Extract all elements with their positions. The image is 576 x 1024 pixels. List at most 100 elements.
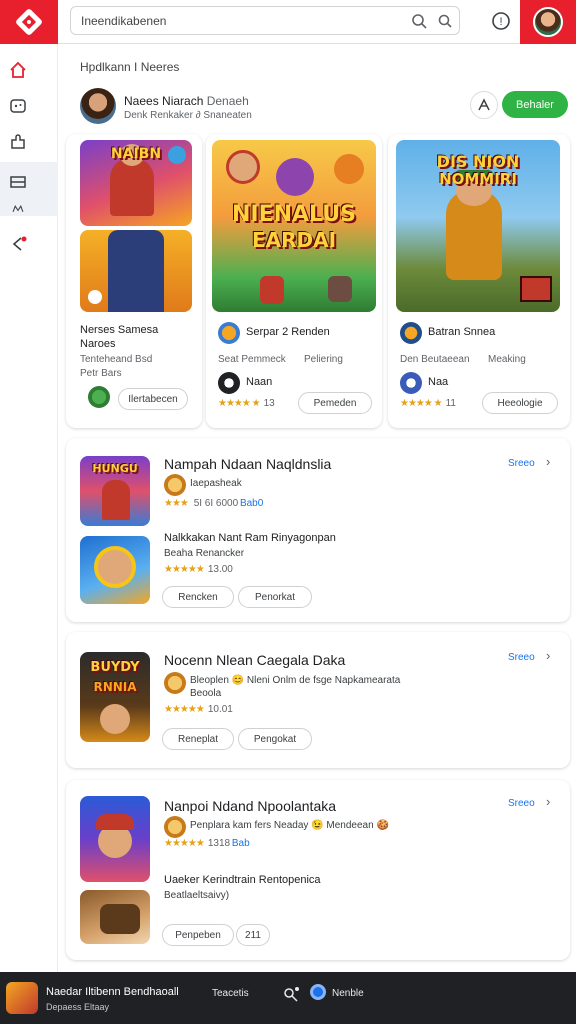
- list-section-3-button-1[interactable]: Penpeben: [162, 924, 234, 946]
- feature-card-1-button[interactable]: Ilertabecen: [118, 388, 188, 410]
- feature-card-2-button[interactable]: Pemeden: [298, 392, 372, 414]
- rating-icon: [164, 474, 186, 496]
- list-app-1-art[interactable]: HUNGU: [80, 456, 150, 526]
- sidebar-item-apps[interactable]: [0, 124, 58, 160]
- game-icon-3: [400, 322, 422, 344]
- list-app-5-title: Uaeker Kerindtrain Rentopenica: [164, 874, 321, 886]
- account-button[interactable]: [520, 0, 576, 44]
- feature-card-2-meta1: Seat Pemmeck: [218, 354, 286, 365]
- developer-name-extra: Denaeh: [206, 94, 249, 108]
- bottom-bar-subtitle: Depaess Eltaay: [46, 1002, 110, 1012]
- now-playing-thumbnail[interactable]: [6, 982, 38, 1014]
- see-more-link[interactable]: Sreeo: [508, 652, 535, 663]
- list-section-1-button-2[interactable]: Penorkat: [238, 586, 312, 608]
- sidebar-item-kids[interactable]: [0, 202, 58, 216]
- top-bar: !: [0, 0, 576, 44]
- see-more-link[interactable]: Sreeo: [508, 458, 535, 469]
- sidebar: [0, 44, 58, 972]
- chevron-right-icon[interactable]: ›: [546, 454, 550, 469]
- kids-icon: [12, 205, 24, 212]
- list-app-5-sub: Beatlaeltsaivy): [164, 890, 230, 901]
- game-art-3: DIS NION NOMMIRI: [396, 140, 560, 312]
- list-app-4-sub: Penplara kam fers Neaday 😉 Mendeean 🍪: [190, 820, 389, 831]
- avatar: [533, 7, 563, 37]
- list-app-5-art[interactable]: [80, 890, 150, 944]
- developer-name: Naees Niarach: [124, 94, 204, 108]
- list-app-2-stars: ★★★★★: [164, 564, 205, 575]
- list-section-1: HUNGU Nampah Ndaan Naqldnslia Sreeo › Ia…: [66, 438, 570, 622]
- rating-icon: [164, 816, 186, 838]
- list-app-3-art-label: BUYDY: [90, 660, 140, 675]
- home-icon: [10, 61, 26, 78]
- gamepad-icon: [10, 99, 26, 113]
- list-app-2-rating: 13.00: [207, 564, 233, 575]
- see-more-link[interactable]: Sreeo: [508, 798, 535, 809]
- follow-button[interactable]: Behaler: [502, 91, 568, 118]
- list-app-4-rating: 1318: [207, 838, 231, 849]
- feature-card-2[interactable]: NIENALUS EARDAI Serpar 2 Renden Seat Pem…: [206, 134, 382, 428]
- game-art-2-label: NIENALUS: [231, 202, 356, 227]
- help-icon[interactable]: !: [490, 10, 512, 32]
- feature-card-3-meta2: Meaking: [488, 354, 526, 365]
- game-art-1b: [80, 230, 192, 312]
- list-section-2: BUYDY RNNIA Nocenn Nlean Caegala Daka Sr…: [66, 632, 570, 768]
- list-app-4-art[interactable]: [80, 796, 150, 882]
- list-section-1-button-1[interactable]: Rencken: [162, 586, 234, 608]
- feature-card-1-line2: Petr Bars: [80, 368, 122, 379]
- list-app-3-art[interactable]: BUYDY RNNIA: [80, 652, 150, 742]
- game-art-1a-label: NAIBN: [110, 146, 162, 162]
- feature-card-1-line1: Tenteheand Bsd: [80, 354, 153, 365]
- list-section-2-button-2[interactable]: Pengokat: [238, 728, 312, 750]
- puzzle-icon: [11, 134, 25, 149]
- mario-icon: [88, 386, 110, 408]
- list-section-3: Nanpoi Ndand Npoolantaka Sreeo › Penplar…: [66, 780, 570, 960]
- mic-icon[interactable]: [282, 986, 300, 1004]
- share-icon: [478, 98, 490, 111]
- developer-subtitle: Denk Renkaker ∂ Snaneaten: [124, 110, 252, 121]
- section-title: Hpdlkann I Neeres: [80, 60, 180, 74]
- list-app-3-stars: ★★★★★: [164, 704, 205, 715]
- feature-card-3-meta1: Den Beutaeean: [400, 354, 470, 365]
- svg-text:!: !: [499, 16, 502, 28]
- list-app-1-art-label: HUNGU: [92, 462, 138, 475]
- list-section-2-button-1[interactable]: Reneplat: [162, 728, 234, 750]
- list-app-3-rating: 10.01: [207, 704, 233, 715]
- feature-card-3[interactable]: DIS NION NOMMIRI Batran Snnea Den Beutae…: [388, 134, 570, 428]
- rating-icon: [164, 672, 186, 694]
- sidebar-item-games[interactable]: [0, 88, 58, 124]
- list-app-2-art[interactable]: [80, 536, 150, 604]
- feature-card-3-button[interactable]: Heeologie: [482, 392, 558, 414]
- list-section-1-title: Nampah Ndaan Naqldnslia: [164, 456, 332, 472]
- app-logo[interactable]: [0, 0, 58, 44]
- library-icon: [10, 176, 26, 188]
- list-section-3-button-2[interactable]: 211: [236, 924, 270, 946]
- sidebar-item-notifications[interactable]: [0, 226, 58, 262]
- search-input[interactable]: [81, 13, 401, 28]
- list-app-2-sub: Beaha Renancker: [164, 548, 245, 559]
- sidebar-item-library[interactable]: [0, 162, 58, 202]
- chevron-right-icon[interactable]: ›: [546, 648, 550, 663]
- search-bar[interactable]: [70, 6, 460, 35]
- developer-row: Naees Niarach Denaeh Denk Renkaker ∂ Sna…: [80, 88, 570, 126]
- search-icon[interactable]: [411, 13, 427, 29]
- developer-avatar[interactable]: [80, 88, 116, 124]
- chevron-right-icon[interactable]: ›: [546, 794, 550, 809]
- feature-card-3-rating: 11: [445, 398, 456, 409]
- bottom-bar-item-2[interactable]: Nenble: [332, 988, 364, 999]
- feature-card-2-meta2: Peliering: [304, 354, 343, 365]
- feature-card-2-title: Serpar 2 Renden: [246, 326, 330, 338]
- share-button[interactable]: [470, 91, 498, 119]
- list-app-1-sub: Iaepasheak: [190, 478, 242, 489]
- feature-card-3-title: Batran Snnea: [428, 326, 496, 338]
- feature-card-1[interactable]: NAIBN Nerses Samesa Naroes Tenteheand Bs…: [66, 134, 202, 428]
- bottom-bar-item-1[interactable]: Teacetis: [212, 988, 249, 999]
- search-alt-icon[interactable]: [437, 13, 453, 29]
- list-app-3-sub: Bleoplen 😊 Nleni Onlm de fsge Napkameara…: [190, 675, 401, 686]
- game-art-3-label2: NOMMIRI: [439, 170, 517, 188]
- list-app-1-stars: ★★★: [164, 498, 189, 509]
- feature-card-1-title: Nerses Samesa: [80, 324, 159, 336]
- feature-card-2-rating: 13: [263, 398, 275, 409]
- list-app-1-rating-text: 5I 6I 6000: [193, 498, 239, 509]
- sidebar-item-home[interactable]: [0, 52, 58, 88]
- publisher-icon: [400, 372, 422, 394]
